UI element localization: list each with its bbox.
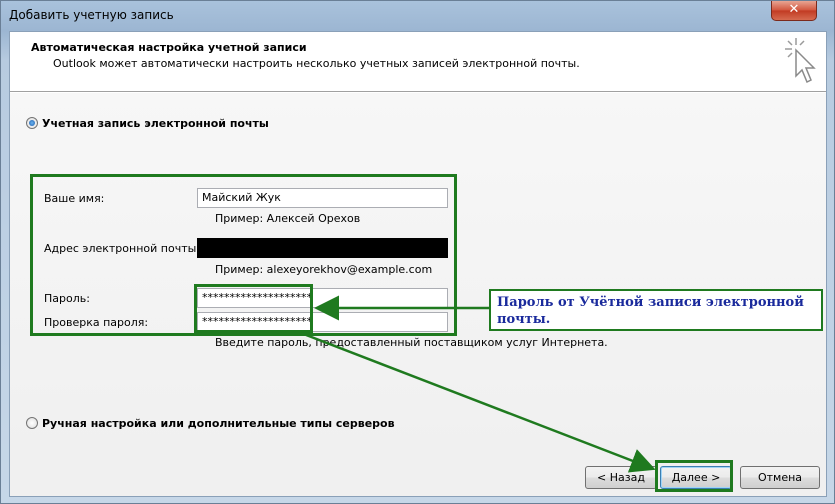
header-panel: Автоматическая настройка учетной записи … [10, 32, 826, 92]
manual-setup-radio[interactable] [26, 417, 38, 429]
next-button-highlight-box [655, 460, 733, 492]
dialog-window: Добавить учетную запись ✕ Автоматическая… [0, 0, 835, 504]
window-title: Добавить учетную запись [9, 8, 174, 22]
title-bar[interactable]: Добавить учетную запись ✕ [1, 1, 835, 31]
close-icon: ✕ [788, 2, 800, 17]
manual-setup-label: Ручная настройка или дополнительные типы… [42, 417, 395, 430]
page-title: Автоматическая настройка учетной записи [31, 41, 307, 54]
annotation-callout: Пароль от Учётной записи электронной поч… [489, 289, 823, 331]
email-account-radio[interactable] [26, 117, 38, 129]
password-highlight-box [194, 284, 313, 333]
cancel-button[interactable]: Отмена [740, 466, 820, 489]
page-subtitle: Outlook может автоматически настроить не… [53, 57, 580, 70]
wizard-cursor-icon [785, 38, 816, 84]
password-hint: Введите пароль, предоставленный поставщи… [215, 336, 608, 349]
back-button[interactable]: < Назад [585, 466, 657, 489]
email-account-label: Учетная запись электронной почты [42, 117, 269, 130]
close-button[interactable]: ✕ [771, 1, 817, 21]
